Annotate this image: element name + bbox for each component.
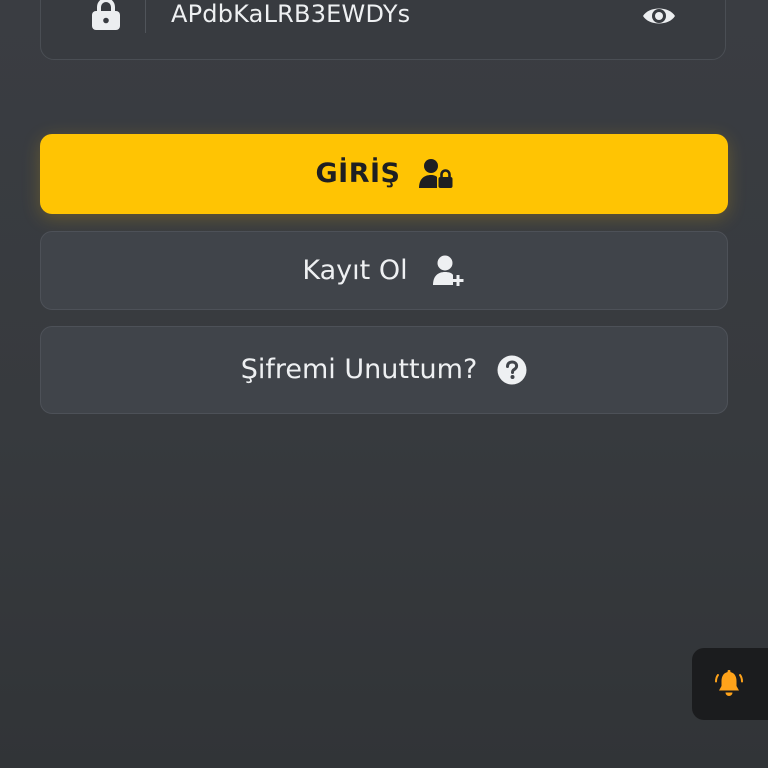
password-field[interactable]: APdbKaLRB3EWDYs: [40, 0, 726, 60]
eye-icon[interactable]: [641, 3, 677, 29]
lock-icon: [92, 0, 120, 30]
bell-ringing-icon: [715, 670, 743, 696]
login-button[interactable]: GİRİŞ: [40, 134, 728, 214]
question-circle-icon: [497, 355, 527, 385]
user-plus-icon: [432, 255, 464, 286]
forgot-password-label: Şifremi Unuttum?: [240, 354, 478, 385]
register-label: Kayıt Ol: [302, 254, 408, 286]
register-button[interactable]: Kayıt Ol: [40, 231, 728, 310]
login-label: GİRİŞ: [315, 158, 401, 189]
password-value[interactable]: APdbKaLRB3EWDYs: [171, 0, 410, 31]
user-lock-icon: [418, 159, 452, 188]
notification-button[interactable]: [692, 648, 768, 720]
field-divider: [145, 0, 146, 33]
forgot-password-button[interactable]: Şifremi Unuttum?: [40, 326, 728, 414]
